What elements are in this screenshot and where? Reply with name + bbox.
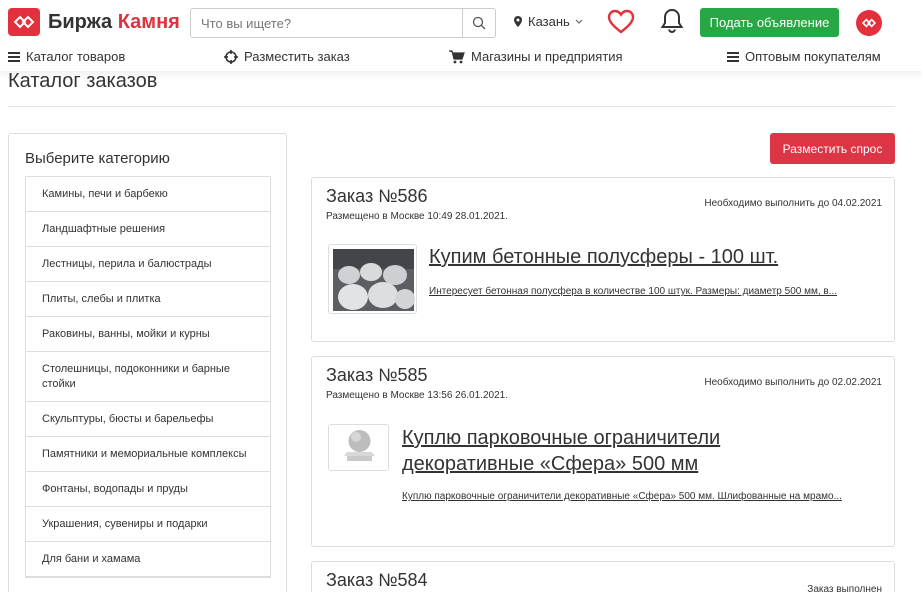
category-item[interactable]: Скульптуры, бюсты и барельефы: [26, 402, 270, 437]
order-card: Заказ №585 Размещено в Москве 13:56 26.0…: [311, 356, 895, 547]
nav-catalog[interactable]: Каталог товаров: [8, 49, 125, 64]
main-nav: Каталог товаров Разместить заказ Магазин…: [0, 45, 922, 71]
cart-icon: [449, 49, 465, 64]
category-item[interactable]: Камины, печи и барбекю: [26, 177, 270, 212]
order-card: Заказ №584 Заказ выполнен: [311, 561, 895, 592]
order-title[interactable]: Заказ №585: [326, 365, 428, 386]
divider: [8, 106, 895, 107]
category-item[interactable]: Лестницы, перила и балюстрады: [26, 247, 270, 282]
order-deadline: Заказ выполнен: [807, 584, 882, 592]
site-logo[interactable]: Биржа Камня: [8, 8, 180, 36]
place-demand-button[interactable]: Разместить спрос: [770, 133, 895, 164]
chevron-down-icon: [575, 19, 583, 24]
order-thumbnail[interactable]: [328, 244, 417, 314]
category-item[interactable]: Раковины, ванны, мойки и курны: [26, 317, 270, 352]
favorites-heart-icon[interactable]: [607, 9, 635, 39]
nav-wholesale[interactable]: Оптовым покупателям: [727, 49, 881, 64]
logo-icon: [8, 8, 40, 36]
search-button[interactable]: [462, 9, 495, 37]
category-item[interactable]: Украшения, сувениры и подарки: [26, 507, 270, 542]
search-icon: [472, 16, 486, 30]
notifications-bell-icon[interactable]: [660, 8, 684, 39]
order-heading-link[interactable]: Куплю парковочные ограничители декоратив…: [402, 425, 822, 477]
menu-icon: [727, 51, 739, 62]
page-title: Каталог заказов: [8, 70, 158, 92]
order-card: Заказ №586 Размещено в Москве 10:49 28.0…: [311, 177, 895, 342]
search-box: [190, 8, 496, 38]
order-thumbnail[interactable]: [328, 424, 389, 471]
nav-place-order[interactable]: Разместить заказ: [224, 49, 350, 64]
category-item[interactable]: Столешницы, подоконники и барные стойки: [26, 352, 270, 402]
order-posted: Размещено в Москве 10:49 28.01.2021.: [326, 211, 508, 222]
menu-icon: [8, 51, 20, 62]
category-item[interactable]: Ландшафтные решения: [26, 212, 270, 247]
site-header: Биржа Камня Казань Подать объявление: [0, 0, 922, 45]
category-list: Камины, печи и барбекю Ландшафтные решен…: [25, 176, 271, 578]
category-item[interactable]: Памятники и мемориальные комплексы: [26, 437, 270, 472]
order-heading-link[interactable]: Купим бетонные полусферы - 100 шт.: [429, 244, 879, 270]
order-deadline: Необходимо выполнить до 02.02.2021: [704, 377, 882, 388]
category-item[interactable]: Плиты, слебы и плитка: [26, 282, 270, 317]
category-item[interactable]: Фонтаны, водопады и пруды: [26, 472, 270, 507]
order-description-link[interactable]: Интересует бетонная полусфера в количест…: [429, 284, 879, 299]
category-sidebar: Выберите категорию Камины, печи и барбек…: [8, 133, 287, 592]
order-deadline: Необходимо выполнить до 04.02.2021: [704, 198, 882, 209]
user-avatar[interactable]: [856, 10, 882, 36]
nav-shops[interactable]: Магазины и предприятия: [449, 49, 623, 64]
sidebar-title: Выберите категорию: [25, 150, 170, 167]
order-title[interactable]: Заказ №584: [326, 570, 428, 591]
post-ad-button[interactable]: Подать объявление: [700, 8, 839, 37]
search-input[interactable]: [191, 9, 462, 37]
crosshair-icon: [224, 49, 238, 64]
city-name: Казань: [528, 14, 570, 29]
order-title[interactable]: Заказ №586: [326, 186, 428, 207]
order-description-link[interactable]: Куплю парковочные ограничители декоратив…: [402, 489, 862, 504]
order-posted: Размещено в Москве 13:56 26.01.2021.: [326, 390, 508, 401]
brand-name: Биржа Камня: [48, 10, 180, 33]
city-selector[interactable]: Казань: [514, 14, 583, 29]
map-pin-icon: [514, 16, 522, 27]
category-item[interactable]: Для бани и хамама: [26, 542, 270, 577]
